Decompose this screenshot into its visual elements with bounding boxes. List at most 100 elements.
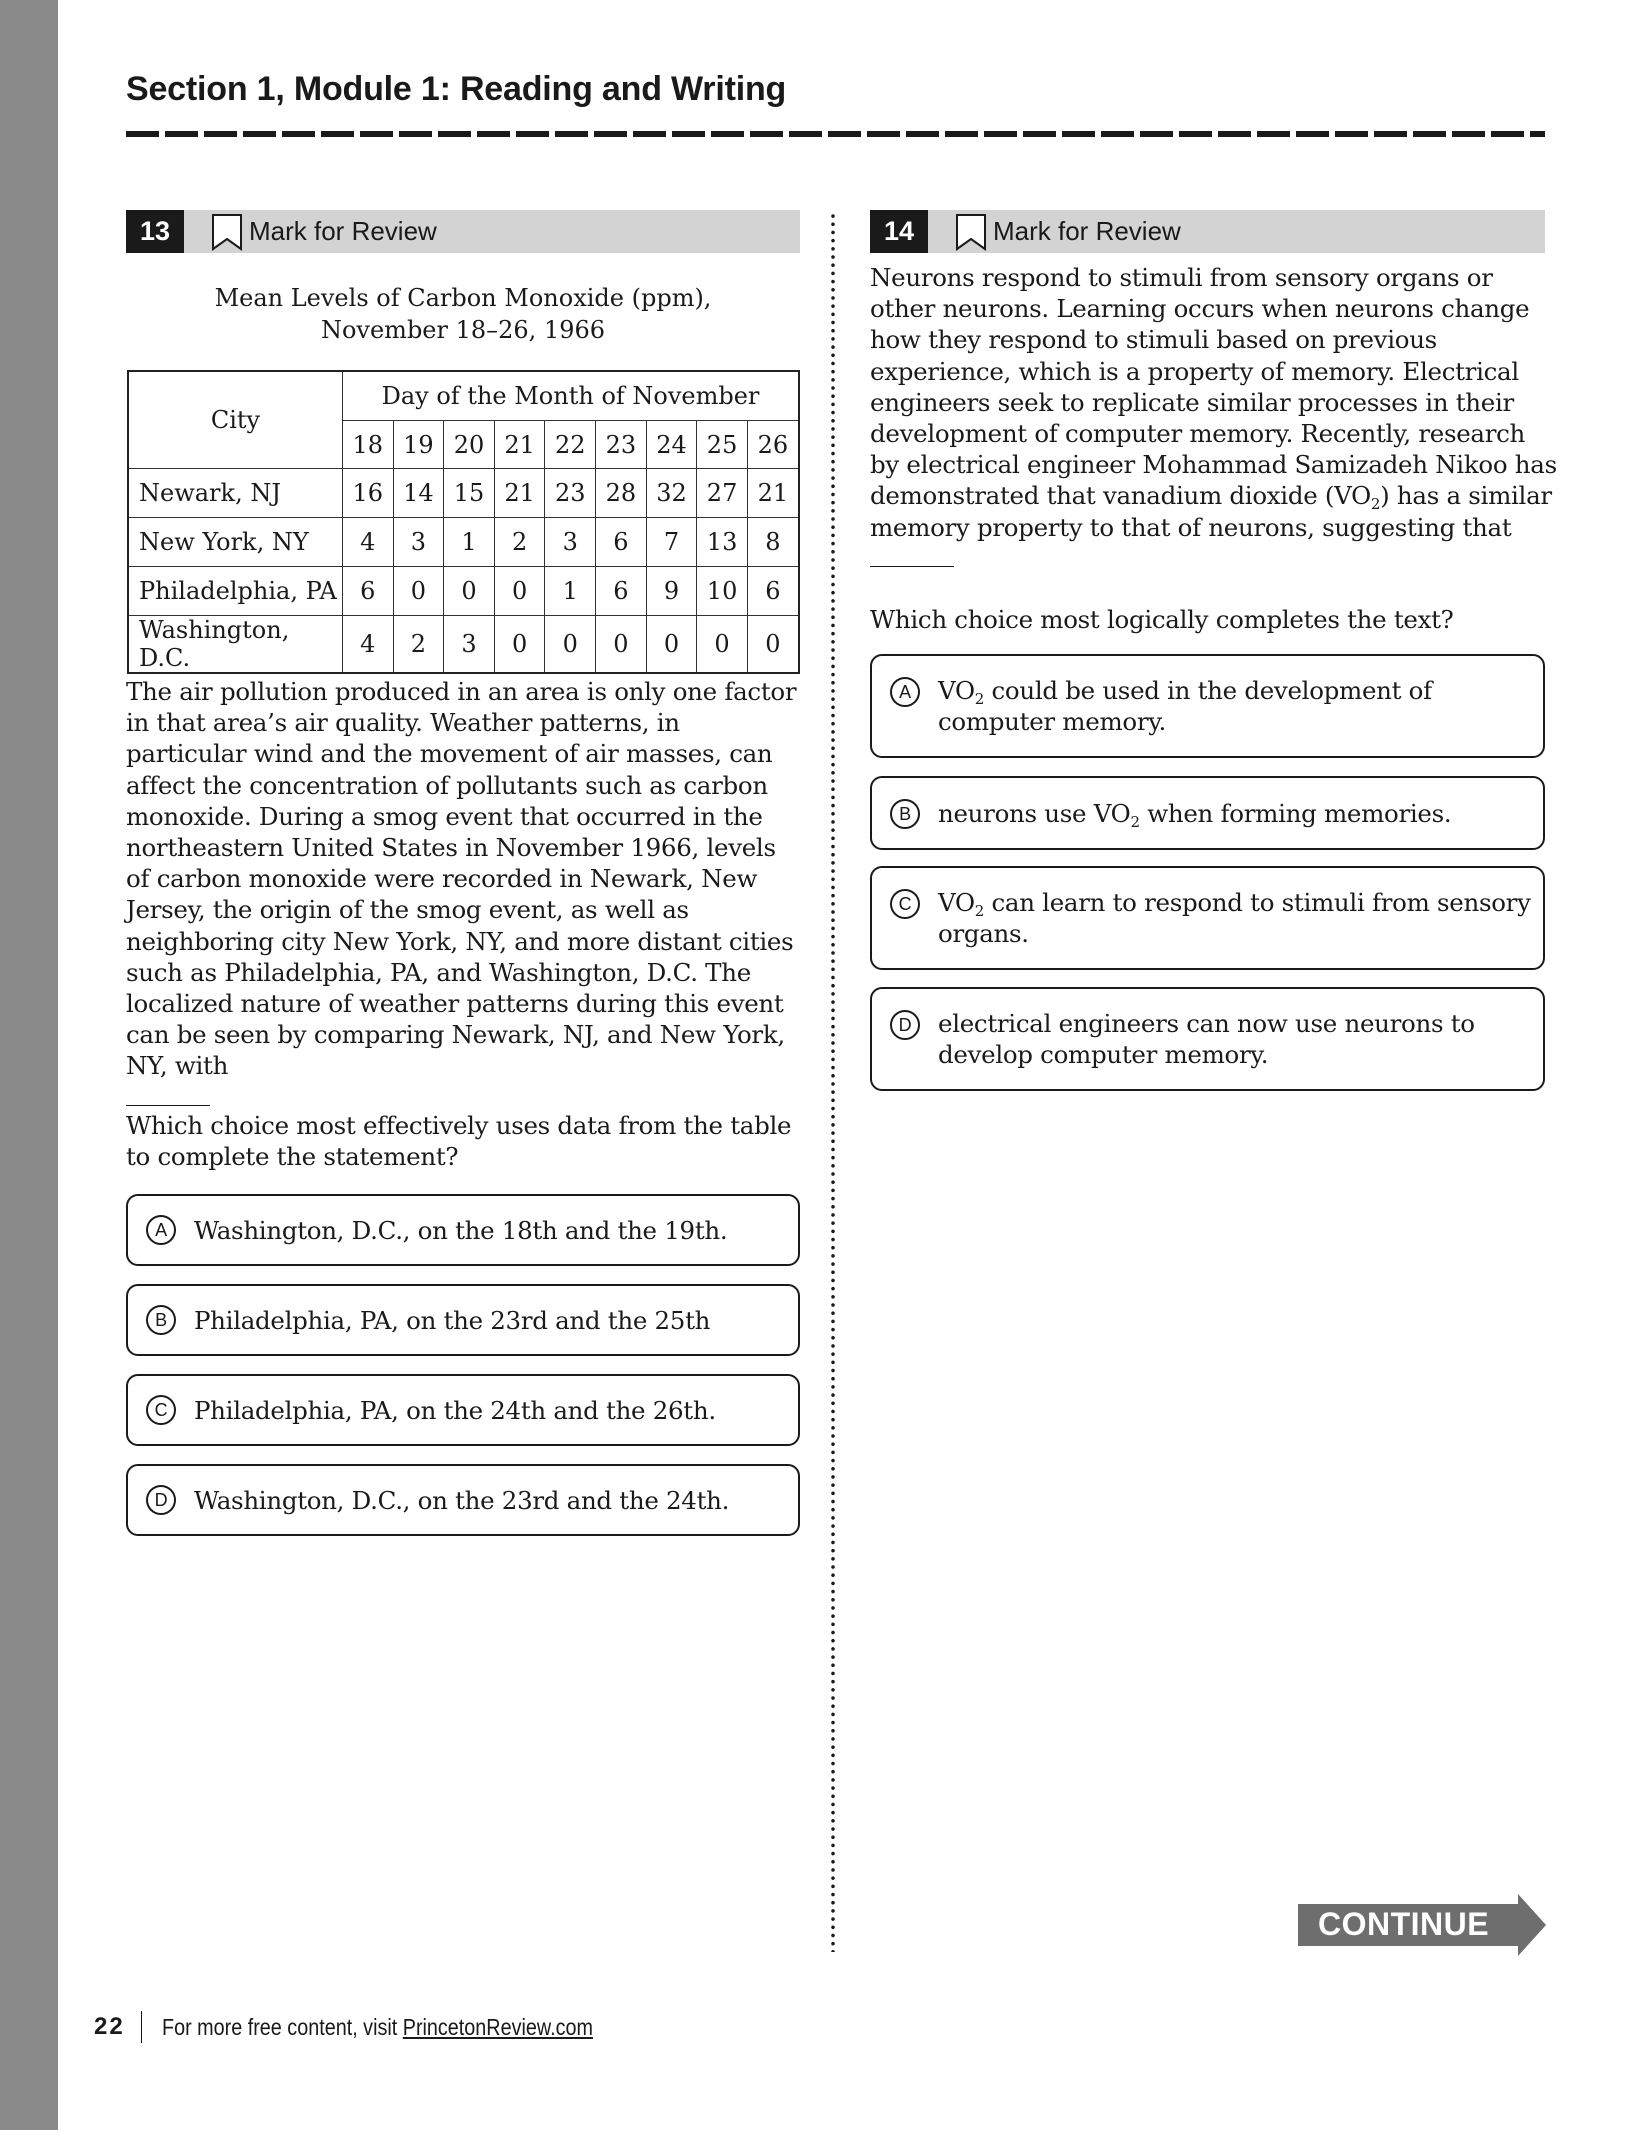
option-letter-d: D <box>890 1010 920 1040</box>
table-cell-value: 3 <box>392 517 445 567</box>
bookmark-icon[interactable] <box>211 213 243 251</box>
question-number: 13 <box>126 210 184 253</box>
table-row: Newark, NJ 16 14 15 21 23 28 32 27 21 <box>127 468 800 518</box>
table-row: New York, NY 4 3 1 2 3 6 7 13 8 <box>127 517 800 567</box>
q14-option-a[interactable]: A VO2 could be used in the development o… <box>870 654 1545 758</box>
option-text-post: can learn to respond to stimuli from sen… <box>938 888 1531 948</box>
question-13-header: 13 Mark for Review <box>126 210 800 253</box>
table-cell-value: 2 <box>493 517 546 567</box>
continue-button[interactable]: CONTINUE <box>1298 1894 1546 1956</box>
table-header-day-group: Day of the Month of November <box>342 370 800 421</box>
option-letter-d: D <box>146 1485 176 1515</box>
table-cell-city: Philadelphia, PA <box>127 566 343 616</box>
table-cell-value: 6 <box>595 566 647 616</box>
table-cell-value: 6 <box>746 566 800 616</box>
option-letter-b: B <box>890 799 920 829</box>
option-letter-a: A <box>890 677 920 707</box>
answer-blank <box>870 565 954 567</box>
option-letter-c: C <box>890 889 920 919</box>
table-cell-value: 6 <box>595 517 647 567</box>
option-text: VO2 can learn to respond to stimuli from… <box>938 887 1543 949</box>
table-cell-value: 10 <box>696 566 748 616</box>
q14-option-b[interactable]: B neurons use VO2 when forming memories. <box>870 776 1545 850</box>
table-cell-value: 14 <box>392 468 445 518</box>
bookmark-icon[interactable] <box>955 213 987 251</box>
table-cell-value: 0 <box>493 615 546 674</box>
mark-for-review-button[interactable]: Mark for Review <box>993 216 1181 247</box>
subscript: 2 <box>974 902 985 920</box>
page-number: 22 <box>94 2013 125 2040</box>
table-cell-value: 0 <box>443 566 495 616</box>
table-cell-value: 21 <box>746 468 800 518</box>
q14-option-c[interactable]: C VO2 can learn to respond to stimuli fr… <box>870 866 1545 970</box>
table-cell-value: 16 <box>342 468 394 518</box>
table-cell-value: 7 <box>645 517 698 567</box>
option-text: Philadelphia, PA, on the 23rd and the 25… <box>194 1305 711 1335</box>
option-text: VO2 could be used in the development of … <box>938 675 1543 737</box>
q14-option-d[interactable]: D electrical engineers can now use neuro… <box>870 987 1545 1091</box>
table-cell-value: 3 <box>443 615 495 674</box>
subscript: 2 <box>974 690 985 708</box>
table-cell-value: 6 <box>342 566 394 616</box>
option-text-post: could be used in the development of comp… <box>938 676 1432 736</box>
option-text: Washington, D.C., on the 18th and the 19… <box>194 1215 728 1245</box>
option-text-post: when forming memories. <box>1139 798 1452 828</box>
table-cell-value: 1 <box>443 517 495 567</box>
mark-for-review-button[interactable]: Mark for Review <box>249 216 437 247</box>
question-13-passage: The air pollution produced in an area is… <box>126 676 806 1106</box>
table-caption-line-1: Mean Levels of Carbon Monoxide (ppm), <box>214 284 712 312</box>
table-cell-value: 9 <box>645 566 698 616</box>
table-cell-value: 15 <box>443 468 495 518</box>
table-header-day: 20 <box>443 420 495 469</box>
table-header-day: 25 <box>696 420 748 469</box>
option-text-pre: VO <box>938 888 975 917</box>
table-cell-value: 27 <box>696 468 748 518</box>
page-footer: 22 For more free content, visit Princeto… <box>94 2008 663 2046</box>
table-cell-value: 32 <box>645 468 698 518</box>
table-row: Philadelphia, PA 6 0 0 0 1 6 9 10 6 <box>127 566 800 616</box>
footer-separator <box>140 2011 143 2043</box>
page-edge-strip <box>0 0 58 2130</box>
option-letter-a: A <box>146 1215 176 1245</box>
title-dashed-rule <box>126 131 1545 137</box>
table-cell-value: 0 <box>595 615 647 674</box>
table-cell-value: 0 <box>746 615 800 674</box>
question-13-prompt: Which choice most effectively uses data … <box>126 1111 792 1172</box>
option-letter-c: C <box>146 1395 176 1425</box>
column-divider <box>831 212 835 1952</box>
table-cell-value: 28 <box>595 468 647 518</box>
option-text-pre: VO <box>938 676 975 705</box>
option-text: electrical engineers can now use neurons… <box>938 1008 1543 1070</box>
table-cell-value: 0 <box>696 615 748 674</box>
q13-option-a[interactable]: A Washington, D.C., on the 18th and the … <box>126 1194 800 1266</box>
table-cell-city: Newark, NJ <box>127 468 343 518</box>
q13-option-c[interactable]: C Philadelphia, PA, on the 24th and the … <box>126 1374 800 1446</box>
table-cell-value: 0 <box>392 566 445 616</box>
table-cell-value: 13 <box>696 517 748 567</box>
q13-option-b[interactable]: B Philadelphia, PA, on the 23rd and the … <box>126 1284 800 1356</box>
option-text: neurons use VO2 when forming memories. <box>938 798 1452 830</box>
section-title: Section 1, Module 1: Reading and Writing <box>126 70 787 108</box>
table-cell-value: 2 <box>392 615 445 674</box>
table-header-day: 21 <box>493 420 546 469</box>
table-cell-value: 4 <box>342 517 394 567</box>
table-header-day: 26 <box>746 420 800 469</box>
passage-text-part-1: Neurons respond to stimuli from sensory … <box>870 263 1557 511</box>
question-14-header: 14 Mark for Review <box>870 210 1545 253</box>
table-cell-city: New York, NY <box>127 517 343 567</box>
princeton-review-link[interactable]: PrincetonReview.com <box>403 2014 593 2040</box>
question-14-passage: Neurons respond to stimuli from sensory … <box>870 262 1560 574</box>
table-cell-value: 0 <box>493 566 546 616</box>
table-cell-value: 0 <box>645 615 698 674</box>
continue-label: CONTINUE <box>1318 1906 1490 1942</box>
table-header-day: 23 <box>595 420 647 469</box>
question-number: 14 <box>870 210 928 253</box>
table-cell-value: 0 <box>544 615 597 674</box>
table-cell-value: 4 <box>342 615 394 674</box>
table-cell-value: 21 <box>493 468 546 518</box>
table-caption-line-2: November 18–26, 1966 <box>320 316 606 344</box>
footer-text: For more free content, visit PrincetonRe… <box>162 2014 593 2041</box>
q13-option-d[interactable]: D Washington, D.C., on the 23rd and the … <box>126 1464 800 1536</box>
table-header-day: 24 <box>645 420 698 469</box>
table-cell-value: 8 <box>746 517 800 567</box>
